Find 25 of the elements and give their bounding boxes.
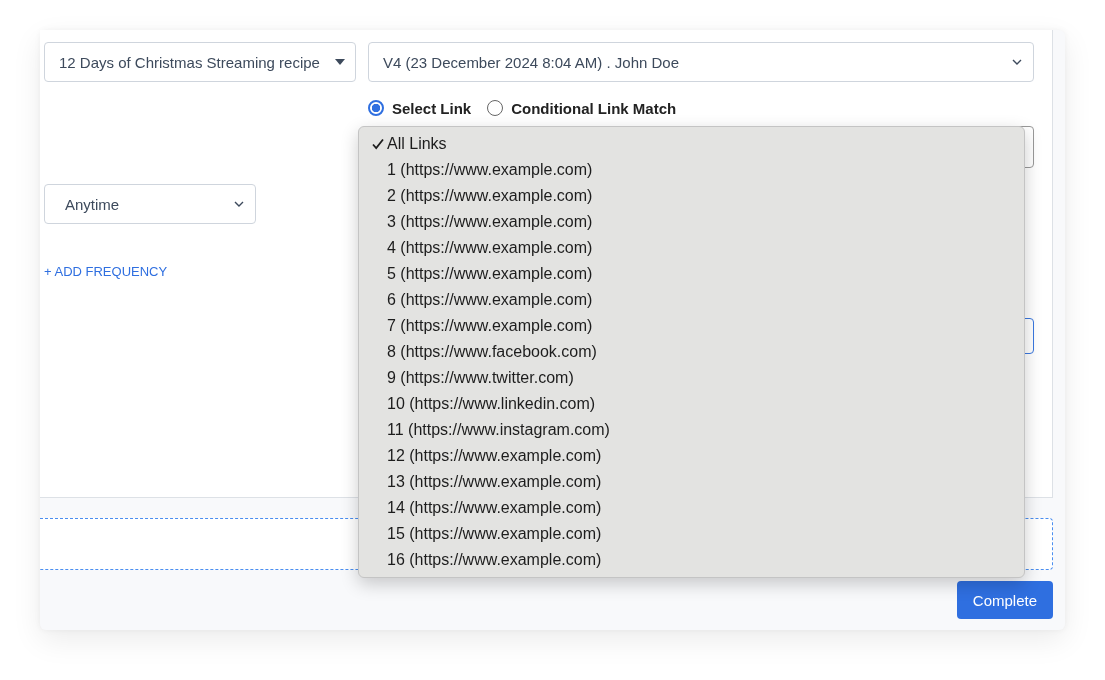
link-mode-radio[interactable]: Select Link: [368, 99, 472, 117]
menu-option[interactable]: All Links: [359, 131, 1024, 157]
menu-option[interactable]: 6 (https://www.example.com): [359, 287, 1024, 313]
menu-option[interactable]: 5 (https://www.example.com): [359, 261, 1024, 287]
menu-option[interactable]: 13 (https://www.example.com): [359, 469, 1024, 495]
menu-option[interactable]: 10 (https://www.linkedin.com): [359, 391, 1024, 417]
version-select[interactable]: V4 (23 December 2024 8:04 AM) . John Doe: [368, 42, 1034, 82]
menu-option[interactable]: 4 (https://www.example.com): [359, 235, 1024, 261]
menu-option[interactable]: 15 (https://www.example.com): [359, 521, 1024, 547]
menu-option[interactable]: 1 (https://www.example.com): [359, 157, 1024, 183]
menu-option[interactable]: 7 (https://www.example.com): [359, 313, 1024, 339]
menu-option[interactable]: 9 (https://www.twitter.com): [359, 365, 1024, 391]
link-mode-radio[interactable]: Conditional Link Match: [487, 99, 677, 117]
menu-option[interactable]: 8 (https://www.facebook.com): [359, 339, 1024, 365]
add-frequency-link[interactable]: + ADD FREQUENCY: [44, 264, 168, 279]
caret-icon: [335, 59, 345, 65]
menu-option[interactable]: 16 (https://www.example.com): [359, 547, 1024, 573]
menu-option[interactable]: 14 (https://www.example.com): [359, 495, 1024, 521]
menu-option[interactable]: 11 (https://www.instagram.com): [359, 417, 1024, 443]
time-select[interactable]: Anytime: [44, 184, 256, 224]
complete-button[interactable]: Complete: [956, 581, 1053, 619]
recipe-select[interactable]: 12 Days of Christmas Streaming recipe: [44, 42, 356, 82]
menu-option[interactable]: 12 (https://www.example.com): [359, 443, 1024, 469]
menu-option[interactable]: 2 (https://www.example.com): [359, 183, 1024, 209]
menu-option[interactable]: 3 (https://www.example.com): [359, 209, 1024, 235]
